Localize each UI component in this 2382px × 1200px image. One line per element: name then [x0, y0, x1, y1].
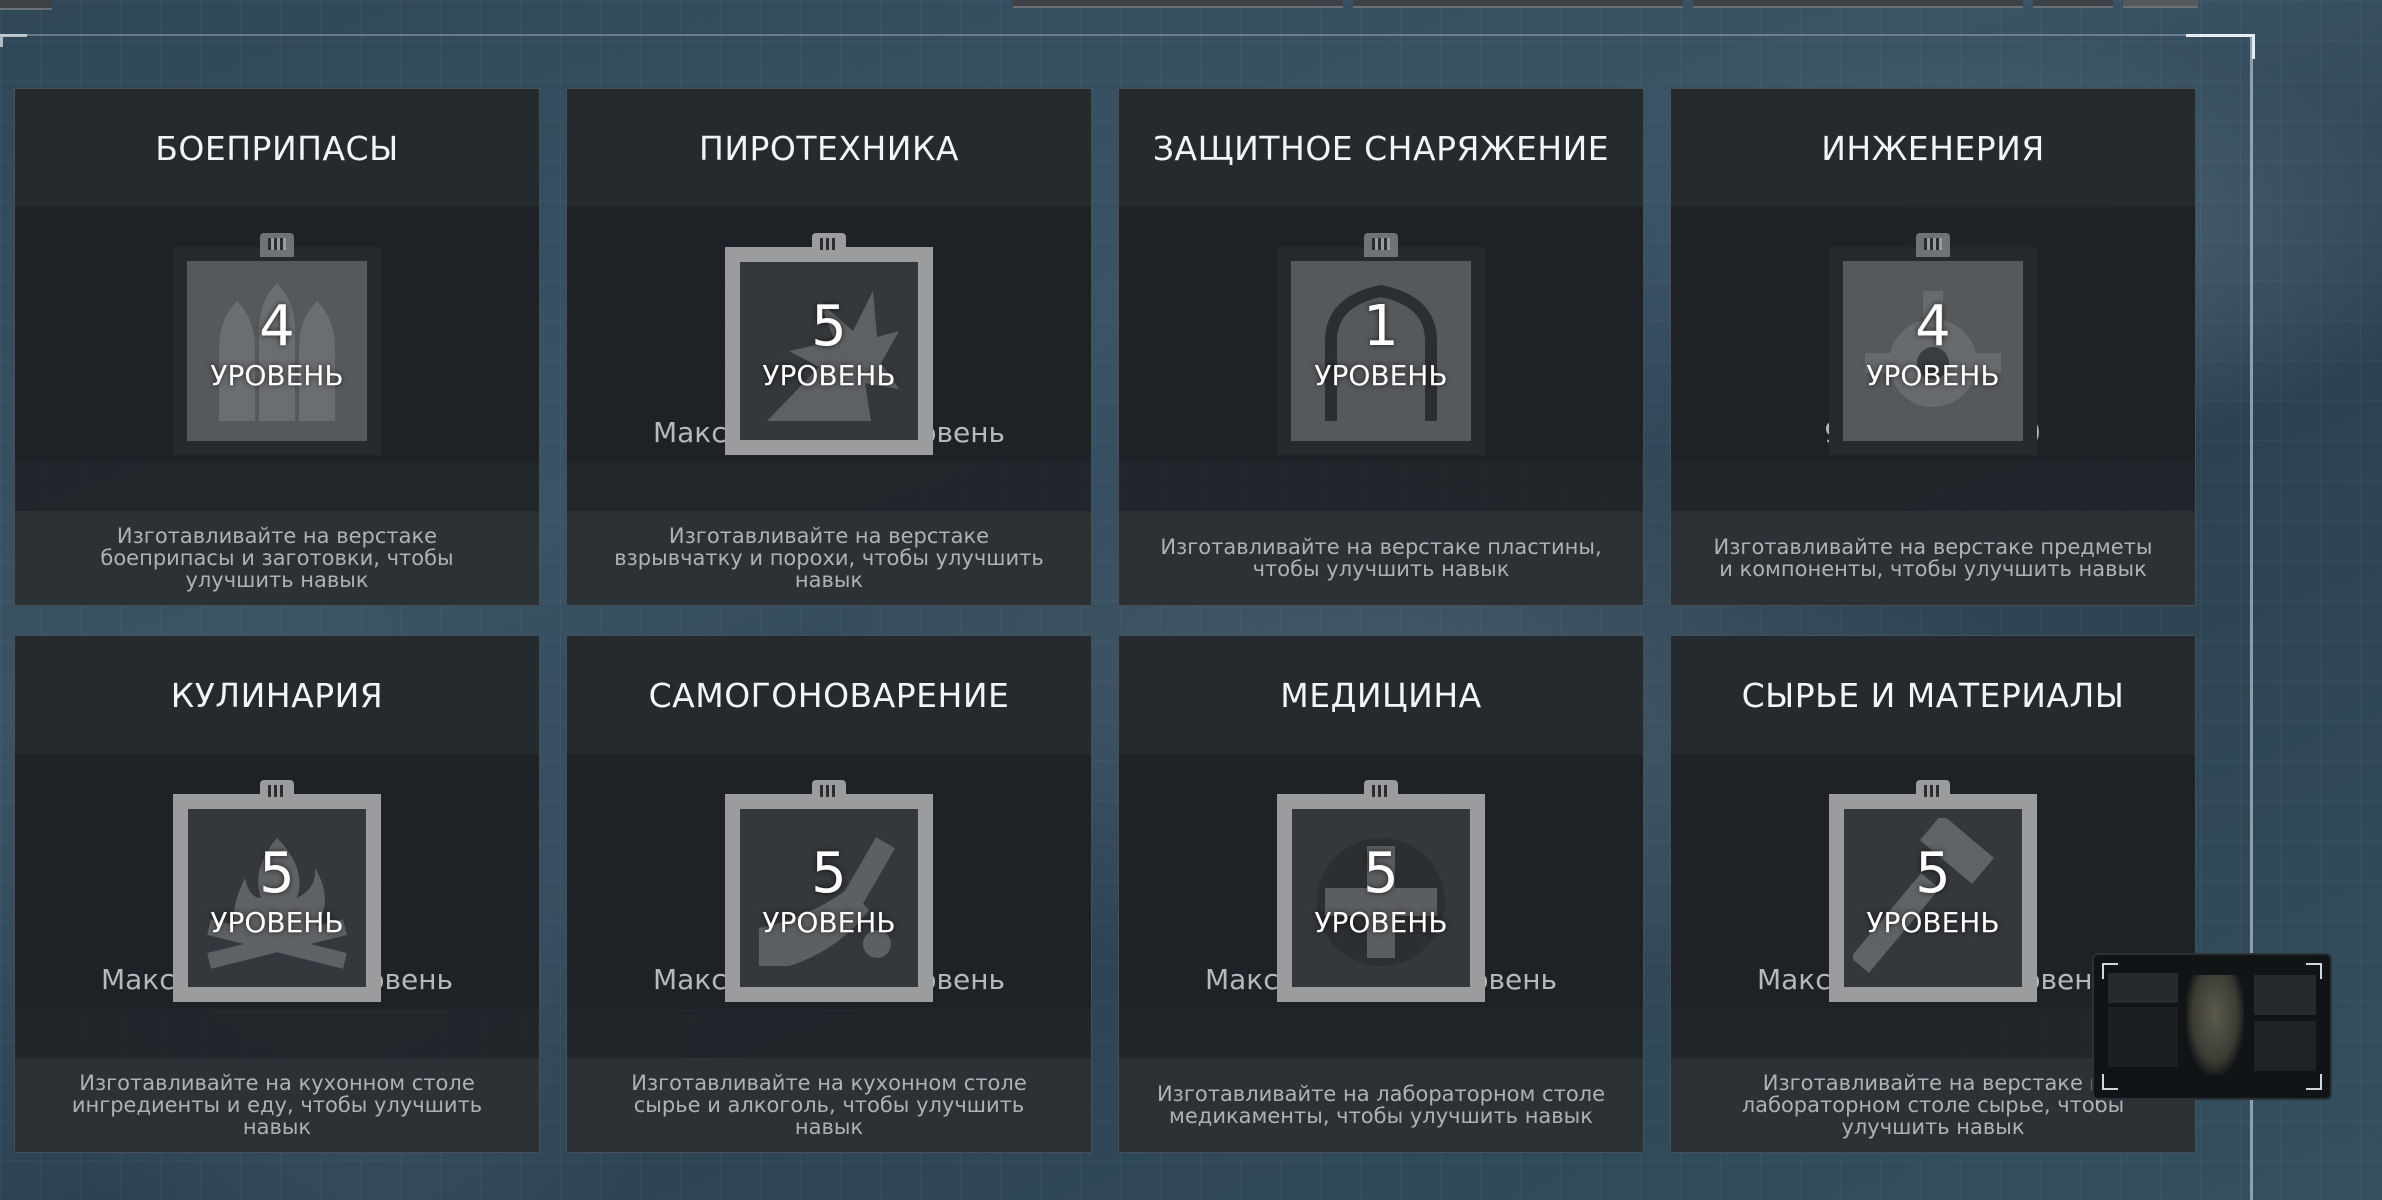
- skill-level-badge: 5 УРОВЕНЬ: [1277, 780, 1485, 1002]
- skill-badge-area: 5 УРОВЕНЬ: [1671, 754, 2195, 1002]
- badge-clip-icon: [1364, 780, 1398, 804]
- badge-clip-icon: [1364, 233, 1398, 257]
- skill-level-number: 5: [811, 841, 847, 906]
- skill-level-label: УРОВЕНЬ: [210, 906, 344, 939]
- skill-badge-area: 4 УРОВЕНЬ: [1671, 207, 2195, 455]
- skill-level-label: УРОВЕНЬ: [1314, 359, 1448, 392]
- skill-level-number: 4: [259, 294, 295, 359]
- skill-description: Изготавливайте на верстаке боеприпасы и …: [15, 511, 539, 605]
- top-tab-5[interactable]: [2123, 0, 2198, 8]
- badge-clip-icon: [1916, 780, 1950, 804]
- skill-level-label: УРОВЕНЬ: [762, 906, 896, 939]
- skill-description: Изготавливайте на кухонном столе сырье и…: [567, 1058, 1091, 1152]
- skill-level-badge: 5 УРОВЕНЬ: [1829, 780, 2037, 1002]
- skill-description: Изготавливайте на кухонном столе ингреди…: [15, 1058, 539, 1152]
- skill-level-label: УРОВЕНЬ: [210, 359, 344, 392]
- skill-level-label: УРОВЕНЬ: [1866, 906, 2000, 939]
- skill-level-number: 5: [259, 841, 295, 906]
- frame-corner-top-right: [2186, 34, 2255, 59]
- frame-corner-top-left: [0, 34, 27, 47]
- skill-card-5[interactable]: КУЛИНАРИЯ 5 УРОВЕНЬ Максимальный уровень…: [14, 635, 540, 1153]
- skill-level-label: УРОВЕНЬ: [762, 359, 896, 392]
- badge-clip-icon: [260, 780, 294, 804]
- skill-title: КУЛИНАРИЯ: [15, 636, 539, 754]
- skill-level-number: 4: [1915, 294, 1951, 359]
- skill-level-badge: 5 УРОВЕНЬ: [725, 233, 933, 455]
- badge-clip-icon: [1916, 233, 1950, 257]
- skill-level-number: 5: [1363, 841, 1399, 906]
- skill-card-3[interactable]: ЗАЩИТНОЕ СНАРЯЖЕНИЕ 1 УРОВЕНЬ 0/400 Изго…: [1118, 88, 1644, 606]
- skill-level-badge: 4 УРОВЕНЬ: [1829, 233, 2037, 455]
- skill-badge-area: 5 УРОВЕНЬ: [1119, 754, 1643, 1002]
- skill-description: Изготавливайте на лабораторном столе мед…: [1119, 1058, 1643, 1152]
- skill-level-number: 1: [1363, 294, 1399, 359]
- skill-title: ИНЖЕНЕРИЯ: [1671, 89, 2195, 207]
- skill-title: БОЕПРИПАСЫ: [15, 89, 539, 207]
- skill-level-label: УРОВЕНЬ: [1866, 359, 2000, 392]
- top-tab-4[interactable]: [2033, 0, 2113, 8]
- top-tab-1[interactable]: [1013, 0, 1343, 8]
- badge-clip-icon: [812, 780, 846, 804]
- minimap-preview[interactable]: [2092, 953, 2332, 1100]
- skill-description: Изготавливайте на верстаке взрывчатку и …: [567, 511, 1091, 605]
- skill-badge-area: 5 УРОВЕНЬ: [567, 754, 1091, 1002]
- character-preview-figure: [2186, 975, 2244, 1075]
- skill-level-number: 5: [1915, 841, 1951, 906]
- badge-clip-icon: [812, 233, 846, 257]
- top-tab-2[interactable]: [1353, 0, 1683, 8]
- badge-clip-icon: [260, 233, 294, 257]
- skill-level-label: УРОВЕНЬ: [1314, 906, 1448, 939]
- top-divider: [0, 34, 2200, 36]
- skill-title: СЫРЬЕ И МАТЕРИАЛЫ: [1671, 636, 2195, 754]
- skill-badge-area: 4 УРОВЕНЬ: [15, 207, 539, 455]
- skill-title: МЕДИЦИНА: [1119, 636, 1643, 754]
- skill-level-badge: 4 УРОВЕНЬ: [173, 233, 381, 455]
- skill-badge-area: 5 УРОВЕНЬ: [15, 754, 539, 1002]
- skill-card-2[interactable]: ПИРОТЕХНИКА 5 УРОВЕНЬ Максимальный урове…: [566, 88, 1092, 606]
- skill-level-badge: 5 УРОВЕНЬ: [173, 780, 381, 1002]
- skill-level-number: 5: [811, 294, 847, 359]
- skill-title: ЗАЩИТНОЕ СНАРЯЖЕНИЕ: [1119, 89, 1643, 207]
- skill-card-1[interactable]: БОЕПРИПАСЫ 4 УРОВЕНЬ 9450/250000 Изготав…: [14, 88, 540, 606]
- skill-card-7[interactable]: МЕДИЦИНА 5 УРОВЕНЬ Максимальный уровень …: [1118, 635, 1644, 1153]
- skill-badge-area: 5 УРОВЕНЬ: [567, 207, 1091, 455]
- skill-card-4[interactable]: ИНЖЕНЕРИЯ 4 УРОВЕНЬ 95390/250000 Изготав…: [1670, 88, 2196, 606]
- top-tab-3[interactable]: [1693, 0, 2023, 8]
- skill-title: ПИРОТЕХНИКА: [567, 89, 1091, 207]
- skill-badge-area: 1 УРОВЕНЬ: [1119, 207, 1643, 455]
- skill-level-badge: 5 УРОВЕНЬ: [725, 780, 933, 1002]
- skill-card-6[interactable]: САМОГОНОВАРЕНИЕ 5 УРОВЕНЬ Максимальный у…: [566, 635, 1092, 1153]
- skill-description: Изготавливайте на верстаке предметы и ко…: [1671, 511, 2195, 605]
- skill-level-badge: 1 УРОВЕНЬ: [1277, 233, 1485, 455]
- skill-title: САМОГОНОВАРЕНИЕ: [567, 636, 1091, 754]
- top-left-button[interactable]: [0, 0, 52, 10]
- skill-description: Изготавливайте на верстаке пластины, что…: [1119, 511, 1643, 605]
